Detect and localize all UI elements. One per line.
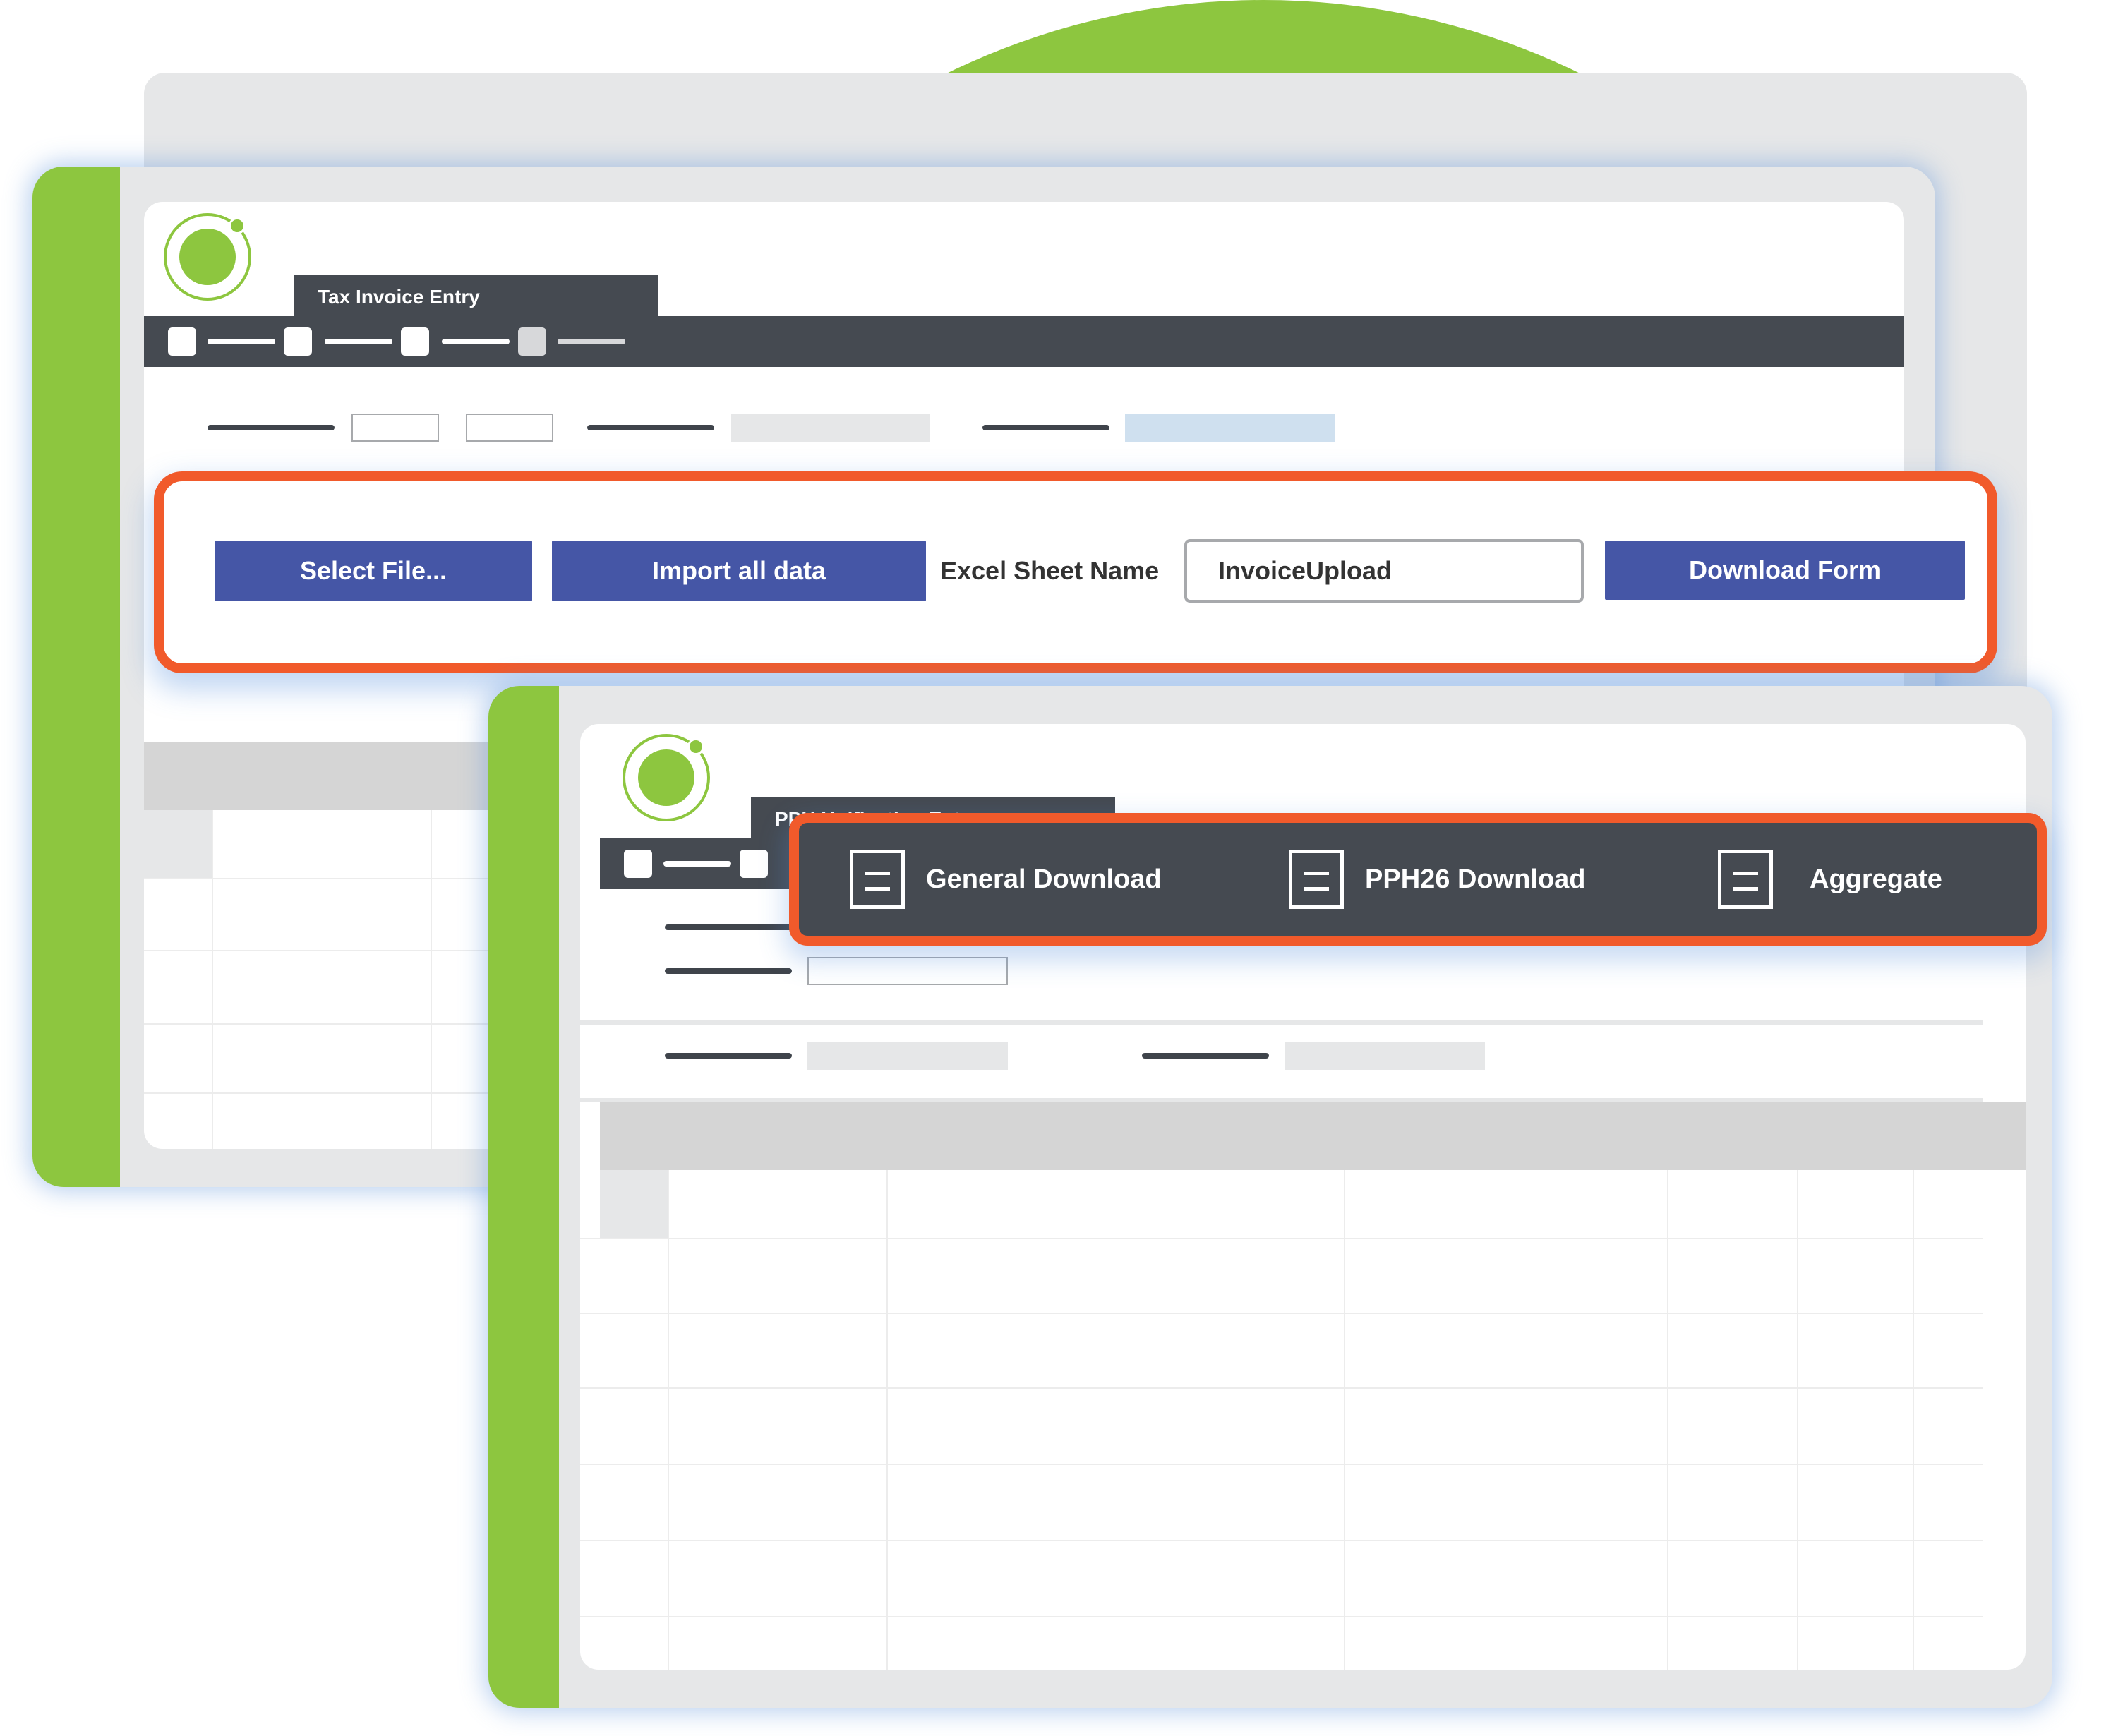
general-download-menu-item[interactable]: General Download — [850, 833, 1217, 926]
field-readonly — [731, 414, 930, 442]
grid-line — [1913, 1170, 1914, 1670]
document-icon — [850, 850, 905, 909]
download-form-button[interactable]: Download Form — [1605, 541, 1965, 600]
general-download-label: General Download — [926, 864, 1162, 894]
toolbar-label-1 — [663, 861, 731, 867]
field-label — [587, 425, 714, 430]
aggregate-menu-item[interactable]: Aggregate — [1718, 833, 2014, 926]
grid-line — [1797, 1170, 1798, 1670]
field-label — [665, 968, 792, 974]
field-readonly — [1285, 1042, 1485, 1070]
field-readonly — [807, 1042, 1008, 1070]
window-accent-bar — [488, 686, 559, 1708]
grid-line — [580, 1387, 1983, 1389]
pph26-download-menu-item[interactable]: PPH26 Download — [1289, 833, 1656, 926]
import-panel: Select File... Import all data Excel She… — [154, 471, 1997, 673]
toolbar-button-1[interactable] — [624, 850, 652, 878]
excel-sheet-name-label: Excel Sheet Name — [940, 556, 1160, 585]
toolbar — [144, 316, 1904, 367]
grid-line — [580, 1313, 1983, 1314]
toolbar-label-4 — [558, 339, 625, 344]
table-row-header — [600, 1170, 668, 1238]
toolbar-button-2[interactable] — [284, 327, 312, 356]
grid-line — [1344, 1170, 1345, 1670]
window-accent-bar — [32, 167, 120, 1187]
grid-line — [212, 810, 213, 1149]
grid-line — [580, 1616, 1983, 1617]
select-file-button[interactable]: Select File... — [215, 541, 532, 601]
section-divider — [580, 1020, 1983, 1025]
field-input[interactable] — [807, 957, 1008, 985]
tab-tax-invoice-entry[interactable]: Tax Invoice Entry — [294, 275, 658, 319]
table-row-header — [144, 810, 212, 878]
toolbar-button-1[interactable] — [168, 327, 196, 356]
grid-line — [431, 810, 432, 1149]
toolbar-label-1 — [208, 339, 275, 344]
app-logo-icon — [164, 213, 251, 301]
document-icon — [1718, 850, 1773, 909]
excel-sheet-name-input[interactable] — [1184, 539, 1584, 603]
field-input[interactable] — [466, 414, 553, 442]
aggregate-label: Aggregate — [1810, 864, 1942, 894]
grid-line — [580, 1540, 1983, 1541]
app-logo-icon — [623, 734, 710, 821]
grid-line — [580, 1464, 1983, 1465]
table-header — [600, 1102, 2026, 1170]
toolbar-button-2[interactable] — [740, 850, 768, 878]
grid-line — [580, 1238, 1983, 1239]
field-label — [208, 425, 335, 430]
field-label — [665, 1053, 792, 1059]
grid-line — [1667, 1170, 1668, 1670]
field-input[interactable] — [351, 414, 439, 442]
pph26-download-label: PPH26 Download — [1365, 864, 1586, 894]
field-label — [665, 924, 792, 930]
import-all-data-button[interactable]: Import all data — [552, 541, 926, 601]
toolbar-label-2 — [325, 339, 392, 344]
document-icon — [1289, 850, 1344, 909]
grid-line — [886, 1170, 888, 1670]
toolbar-label-3 — [442, 339, 510, 344]
grid-line — [668, 1170, 669, 1670]
field-label — [982, 425, 1109, 430]
download-menu: General Download PPH26 Download Aggregat… — [789, 813, 2047, 946]
field-highlighted[interactable] — [1125, 414, 1335, 442]
toolbar-button-4[interactable] — [518, 327, 546, 356]
toolbar-button-3[interactable] — [401, 327, 429, 356]
field-label — [1142, 1053, 1269, 1059]
